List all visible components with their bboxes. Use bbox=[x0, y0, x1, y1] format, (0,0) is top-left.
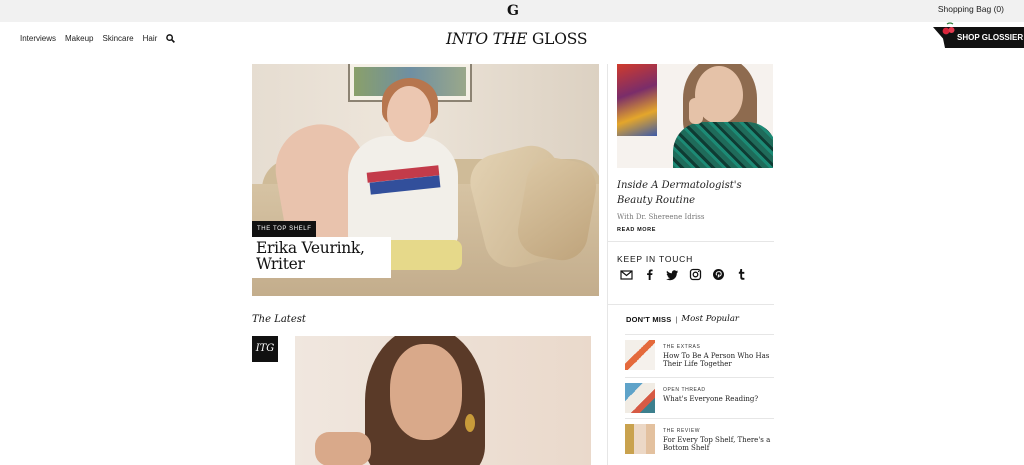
tab-separator: | bbox=[675, 314, 678, 324]
nav-item-makeup[interactable]: Makeup bbox=[65, 34, 93, 43]
keep-in-touch-label: KEEP IN TOUCH bbox=[617, 254, 694, 264]
twitter-icon[interactable] bbox=[666, 268, 679, 281]
hero-title[interactable]: Erika Veurink, Writer bbox=[252, 237, 391, 278]
thumbnail-image bbox=[625, 340, 655, 370]
nav-item-hair[interactable]: Hair bbox=[143, 34, 158, 43]
latest-heading: The Latest bbox=[252, 314, 306, 325]
glossier-g-logo[interactable]: G bbox=[506, 3, 520, 19]
list-item-kicker: OPEN THREAD bbox=[663, 387, 706, 393]
thumbnail-image bbox=[625, 424, 655, 454]
latest-story-image[interactable] bbox=[295, 336, 591, 465]
list-item-kicker: THE REVIEW bbox=[663, 428, 701, 434]
read-more-link[interactable]: READ MORE bbox=[617, 227, 656, 233]
shopping-bag-link[interactable]: Shopping Bag (0) bbox=[938, 4, 1004, 14]
site-logo[interactable]: INTO THE GLOSS bbox=[446, 30, 588, 48]
list-item-title[interactable]: For Every Top Shelf, There's a Bottom Sh… bbox=[663, 436, 771, 452]
sidebar-story-title[interactable]: Inside A Dermatologist's Beauty Routine bbox=[617, 178, 767, 208]
list-item[interactable]: THE EXTRAS How To Be A Person Who Has Th… bbox=[625, 334, 774, 374]
hero-category-tag[interactable]: THE TOP SHELF bbox=[252, 221, 317, 237]
thumbnail-image bbox=[625, 383, 655, 413]
nav-item-interviews[interactable]: Interviews bbox=[20, 34, 56, 43]
instagram-icon[interactable] bbox=[689, 268, 702, 281]
pinterest-icon[interactable] bbox=[712, 268, 725, 281]
list-item-kicker: THE EXTRAS bbox=[663, 344, 701, 350]
divider bbox=[608, 304, 774, 305]
itg-badge: ITG bbox=[252, 336, 278, 362]
site-logo-part2: GLOSS bbox=[531, 30, 588, 48]
most-popular-tab[interactable]: Most Popular bbox=[681, 314, 739, 324]
top-bar: G Shopping Bag (0) bbox=[0, 0, 1024, 22]
search-icon[interactable] bbox=[166, 34, 176, 43]
site-logo-part1: INTO THE bbox=[446, 30, 528, 48]
dont-miss-tab[interactable]: DON'T MISS bbox=[626, 315, 671, 324]
list-item[interactable]: THE REVIEW For Every Top Shelf, There's … bbox=[625, 418, 774, 458]
email-icon[interactable] bbox=[620, 268, 633, 281]
main-nav: Interviews Makeup Skincare Hair bbox=[20, 34, 176, 43]
list-item-title[interactable]: What's Everyone Reading? bbox=[663, 395, 771, 403]
sidebar-story-byline: With Dr. Shereene Idriss bbox=[617, 213, 705, 221]
sidebar-story-image[interactable] bbox=[617, 64, 773, 168]
facebook-icon[interactable] bbox=[643, 268, 656, 281]
list-item[interactable]: OPEN THREAD What's Everyone Reading? bbox=[625, 377, 774, 417]
column-divider bbox=[607, 64, 608, 465]
list-item-title[interactable]: How To Be A Person Who Has Their Life To… bbox=[663, 352, 771, 368]
dont-miss-header: DON'T MISS | Most Popular bbox=[626, 314, 739, 324]
divider bbox=[608, 241, 774, 242]
social-links bbox=[620, 268, 748, 281]
nav-item-skincare[interactable]: Skincare bbox=[102, 34, 133, 43]
tumblr-icon[interactable] bbox=[735, 268, 748, 281]
cherry-icon bbox=[942, 22, 955, 35]
